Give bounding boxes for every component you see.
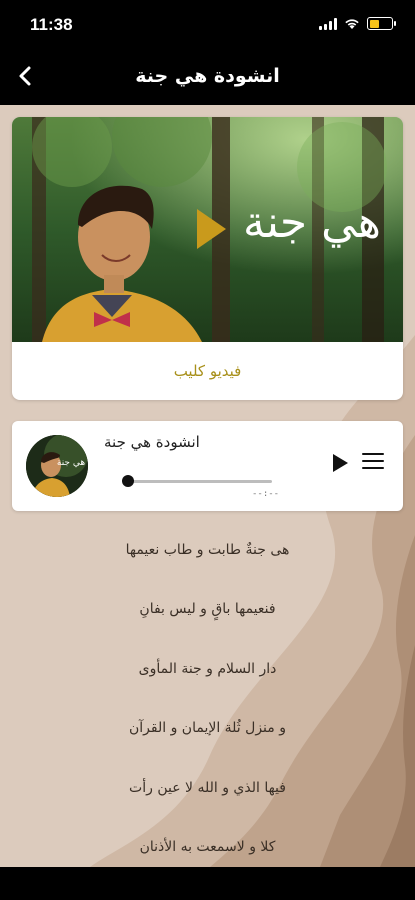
track-title: انشودة هي جنة	[104, 433, 200, 451]
time-display: --:--	[252, 489, 280, 499]
video-clip-label[interactable]: فيديو كليب	[12, 342, 403, 400]
audio-player: هي جنة انشودة هي جنة --:--	[12, 421, 403, 511]
video-thumbnail[interactable]: هي جنة	[12, 117, 403, 342]
bottom-bar	[0, 867, 415, 900]
status-bar: 11:38	[0, 0, 415, 50]
content-area: هي جنة فيديو كليب هي جنة انشودة هي جنة -…	[0, 105, 415, 867]
signal-icon	[319, 17, 337, 30]
nav-bar: انشودة هي جنة	[0, 50, 415, 105]
lyric-line: فنعيمها باقٍ و ليس بفانِ	[139, 601, 276, 618]
video-card[interactable]: هي جنة فيديو كليب	[12, 117, 403, 400]
lyric-line: هى جنةٌ طابت و طاب نعيمها	[125, 541, 290, 558]
progress-thumb[interactable]	[122, 475, 134, 487]
progress-bar[interactable]	[126, 480, 272, 483]
lyric-line: كلا و لاسمعت به الأذنان	[139, 839, 276, 856]
lyric-line: دار السلام و جنة المأوى	[138, 660, 277, 677]
back-button[interactable]	[12, 62, 40, 90]
menu-button[interactable]	[362, 453, 384, 473]
status-icons	[319, 17, 396, 30]
battery-icon	[367, 17, 396, 30]
svg-text:هي جنة: هي جنة	[57, 458, 85, 468]
lyric-line: فيها الذي و الله لا عين رأت	[129, 779, 286, 796]
play-button[interactable]	[330, 452, 350, 474]
wifi-icon	[345, 18, 359, 29]
page-title: انشودة هي جنة	[135, 65, 280, 87]
album-art: هي جنة	[26, 435, 88, 497]
lyrics-list: هى جنةٌ طابت و طاب نعيمها فنعيمها باقٍ و…	[0, 520, 415, 867]
lyric-line: و منزل ثُلة الإيمان و القرآن	[129, 720, 286, 737]
thumbnail-title: هي جنة	[243, 197, 381, 248]
status-time: 11:38	[30, 15, 73, 34]
